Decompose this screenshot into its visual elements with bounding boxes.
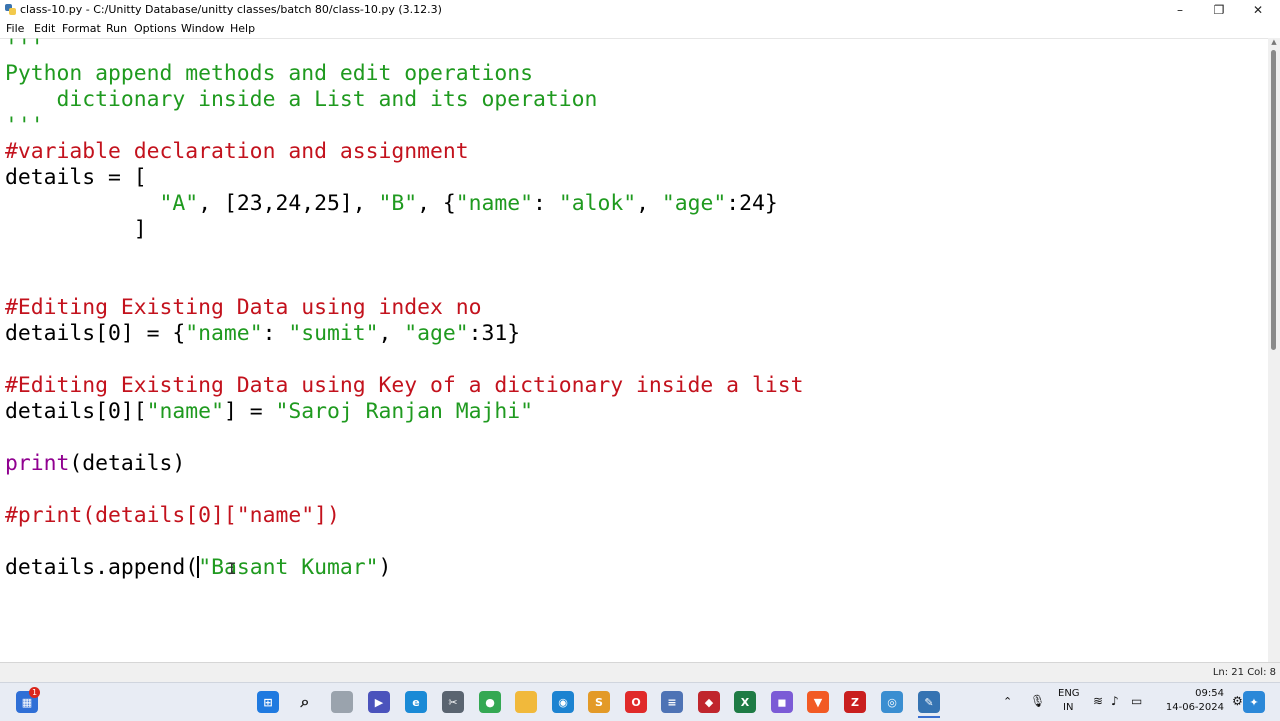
meet-icon[interactable]: ▶ [368, 691, 390, 713]
scrollbar-thumb[interactable] [1271, 50, 1276, 350]
copilot-icon[interactable]: ✦ [1243, 691, 1265, 713]
code-text[interactable]: ''' Python append methods and edit opera… [5, 35, 803, 581]
clock-date[interactable]: 14-06-2024 [1160, 702, 1224, 713]
python-icon [5, 4, 16, 15]
microphone-icon[interactable]: 🎙 [1030, 694, 1045, 708]
text-cursor-icon: I [227, 559, 237, 578]
cursor-position: Ln: 21 Col: 8 [1212, 667, 1276, 678]
file-explorer-icon[interactable] [515, 691, 537, 713]
app-icon[interactable]: ◎ [881, 691, 903, 713]
brave-icon[interactable]: ▼ [807, 691, 829, 713]
minimize-button[interactable]: – [1160, 0, 1200, 20]
edge-icon[interactable]: e [405, 691, 427, 713]
menu-edit[interactable]: Edit [34, 22, 55, 35]
task-view-icon[interactable] [331, 691, 353, 713]
idle-icon[interactable]: ✎ [918, 691, 940, 713]
menu-file[interactable]: File [6, 22, 24, 35]
scroll-up-icon[interactable]: ▲ [1268, 38, 1280, 48]
menu-run[interactable]: Run [106, 22, 127, 35]
menu-help[interactable]: Help [230, 22, 255, 35]
opera-icon[interactable]: O [625, 691, 647, 713]
menu-options[interactable]: Options [134, 22, 176, 35]
title-bar: class-10.py - C:/Unitty Database/unitty … [0, 0, 1280, 20]
restore-button[interactable]: ❐ [1199, 0, 1239, 20]
snipping-icon[interactable]: ✂ [442, 691, 464, 713]
clock-time[interactable]: 09:54 [1160, 688, 1224, 699]
window-title: class-10.py - C:/Unitty Database/unitty … [20, 3, 442, 16]
volume-icon[interactable]: ♪ [1111, 694, 1119, 708]
notepad-icon[interactable]: ≡ [661, 691, 683, 713]
search-icon[interactable]: ⌕ [294, 691, 316, 713]
filezilla-icon[interactable]: Z [844, 691, 866, 713]
excel-icon[interactable]: X [734, 691, 756, 713]
status-bar: Ln: 21 Col: 8 [0, 662, 1280, 683]
language-line2[interactable]: IN [1063, 702, 1073, 713]
app-icon[interactable]: ◆ [698, 691, 720, 713]
notification-badge: 1 [29, 687, 40, 698]
vertical-scrollbar[interactable]: ▲ [1268, 38, 1280, 662]
battery-icon[interactable]: ▭ [1131, 694, 1142, 708]
code-editor[interactable]: ''' Python append methods and edit opera… [0, 35, 1268, 663]
notification-bell-icon[interactable]: ⚙ [1232, 694, 1243, 708]
teams-icon[interactable]: ◼ [771, 691, 793, 713]
wifi-icon[interactable]: ≋ [1093, 694, 1103, 708]
menu-window[interactable]: Window [181, 22, 224, 35]
start-icon[interactable]: ⊞ [257, 691, 279, 713]
close-button[interactable]: ✕ [1238, 0, 1278, 20]
taskbar: ▦ 1 ⊞ ⌕ ▶ e ✂ ● ◉ S O ≡ ◆ X ◼ ▼ Z ◎ ✎ ⌃ … [0, 682, 1280, 721]
menu-format[interactable]: Format [62, 22, 101, 35]
chevron-up-icon[interactable]: ⌃ [1003, 695, 1012, 708]
chrome-icon[interactable]: ● [479, 691, 501, 713]
maps-icon[interactable]: ◉ [552, 691, 574, 713]
active-indicator [918, 716, 940, 718]
language-line1[interactable]: ENG [1058, 688, 1080, 699]
sublime-icon[interactable]: S [588, 691, 610, 713]
